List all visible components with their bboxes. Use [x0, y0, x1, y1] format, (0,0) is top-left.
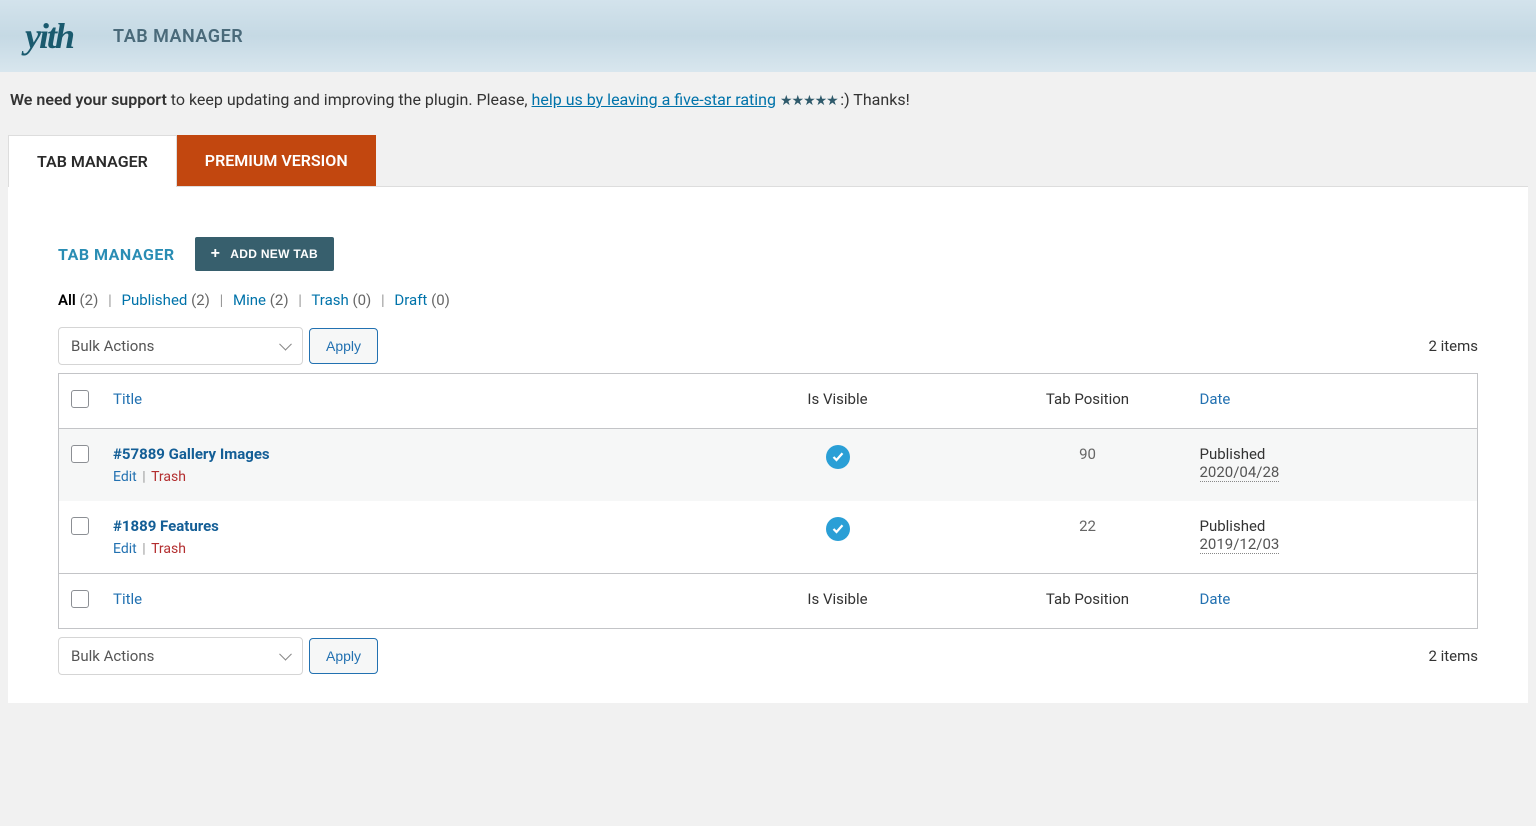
select-all-checkbox-bottom[interactable] — [71, 590, 89, 608]
page-title: TAB MANAGER — [58, 245, 175, 264]
row-actions: Edit | Trash — [113, 469, 676, 485]
date-value: 2020/04/28 — [1200, 463, 1280, 482]
tabs-nav: TAB MANAGER PREMIUM VERSION — [8, 135, 1528, 187]
header-title: TAB MANAGER — [113, 26, 243, 47]
col-title-header[interactable]: Title — [101, 374, 688, 429]
tab-premium[interactable]: PREMIUM VERSION — [177, 135, 376, 186]
check-icon — [826, 517, 850, 541]
filter-mine[interactable]: Mine (2) — [233, 291, 289, 309]
trash-link[interactable]: Trash — [151, 469, 186, 485]
select-all-checkbox-top[interactable] — [71, 390, 89, 408]
tablenav-bottom: Bulk Actions Apply 2 items — [58, 637, 1478, 675]
col-date-footer[interactable]: Date — [1188, 574, 1478, 629]
col-position-header: Tab Position — [988, 374, 1188, 429]
tabs-table: Title Is Visible Tab Position Date #5788… — [58, 373, 1478, 629]
filter-published[interactable]: Published (2) — [121, 291, 209, 309]
trash-link[interactable]: Trash — [151, 541, 186, 557]
date-status: Published — [1200, 517, 1466, 535]
date-status: Published — [1200, 445, 1466, 463]
col-title-footer[interactable]: Title — [101, 574, 688, 629]
status-filters: All (2) | Published (2) | Mine (2) | Tra… — [58, 291, 1478, 309]
select-all-footer — [59, 574, 102, 629]
edit-link[interactable]: Edit — [113, 541, 137, 557]
filter-trash[interactable]: Trash (0) — [311, 291, 371, 309]
filter-all[interactable]: All (2) — [58, 291, 98, 309]
bulk-actions-top: Bulk Actions Apply — [58, 327, 378, 365]
col-date-header[interactable]: Date — [1188, 374, 1478, 429]
header-banner: yith TAB MANAGER — [0, 0, 1536, 72]
content-area: TAB MANAGER + ADD NEW TAB All (2) | Publ… — [8, 187, 1528, 703]
tablenav-top: Bulk Actions Apply 2 items — [58, 327, 1478, 365]
filter-draft[interactable]: Draft (0) — [394, 291, 449, 309]
support-notice: We need your support to keep updating an… — [0, 72, 1536, 127]
notice-link[interactable]: help us by leaving a five-star rating — [532, 90, 776, 109]
table-row: #57889 Gallery Images Edit | Trash 90 Pu… — [59, 429, 1478, 502]
apply-button-top[interactable]: Apply — [309, 328, 378, 364]
row-actions: Edit | Trash — [113, 541, 676, 557]
edit-link[interactable]: Edit — [113, 469, 137, 485]
notice-bold: We need your support — [10, 90, 167, 109]
stars-icon: ★★★★★ — [780, 93, 840, 109]
tab-manager[interactable]: TAB MANAGER — [8, 135, 177, 187]
table-row: #1889 Features Edit | Trash 22 Published… — [59, 501, 1478, 574]
bulk-select-bottom[interactable]: Bulk Actions — [58, 637, 303, 675]
bulk-select-top[interactable]: Bulk Actions — [58, 327, 303, 365]
apply-button-bottom[interactable]: Apply — [309, 638, 378, 674]
plus-icon: + — [211, 246, 221, 262]
add-button-label: ADD NEW TAB — [230, 247, 318, 261]
position-value: 22 — [988, 501, 1188, 574]
col-visible-footer: Is Visible — [688, 574, 988, 629]
select-all-header — [59, 374, 102, 429]
page-head: TAB MANAGER + ADD NEW TAB — [58, 237, 1478, 271]
items-count-top: 2 items — [1428, 337, 1478, 355]
row-checkbox[interactable] — [71, 517, 89, 535]
col-position-footer: Tab Position — [988, 574, 1188, 629]
date-value: 2019/12/03 — [1200, 535, 1280, 554]
notice-text2: :) Thanks! — [840, 90, 910, 109]
position-value: 90 — [988, 429, 1188, 502]
bulk-actions-bottom: Bulk Actions Apply — [58, 637, 378, 675]
check-icon — [826, 445, 850, 469]
row-title-link[interactable]: #57889 Gallery Images — [113, 445, 270, 463]
row-title-link[interactable]: #1889 Features — [113, 517, 219, 535]
row-checkbox[interactable] — [71, 445, 89, 463]
items-count-bottom: 2 items — [1428, 647, 1478, 665]
col-visible-header: Is Visible — [688, 374, 988, 429]
yith-logo: yith — [25, 15, 73, 57]
add-new-tab-button[interactable]: + ADD NEW TAB — [195, 237, 334, 271]
main-panel: TAB MANAGER PREMIUM VERSION TAB MANAGER … — [8, 135, 1528, 703]
notice-text1: to keep updating and improving the plugi… — [167, 90, 532, 109]
